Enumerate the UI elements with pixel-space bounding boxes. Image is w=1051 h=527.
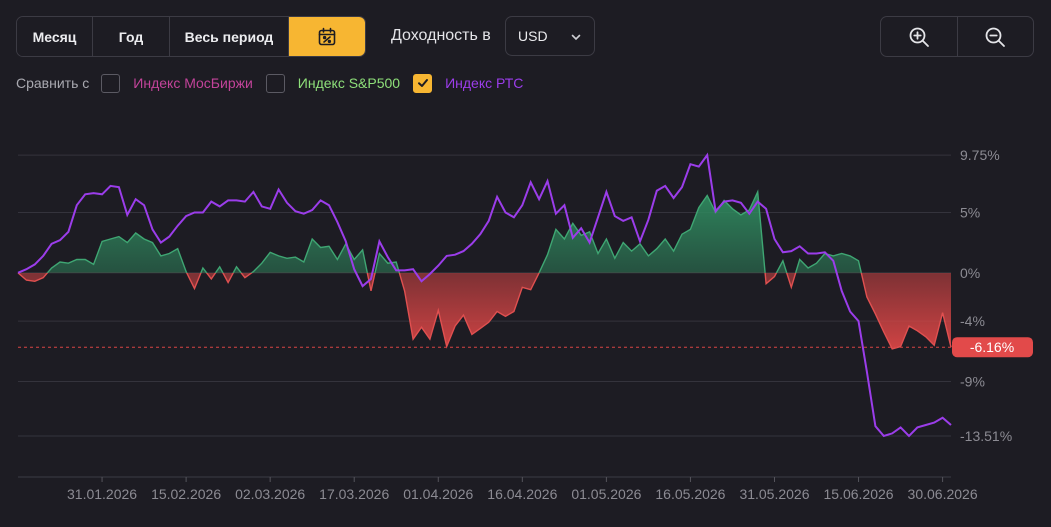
compare-moex-checkbox[interactable]: [101, 73, 121, 93]
period-year-button[interactable]: Год: [93, 17, 170, 56]
calendar-percent-icon: [318, 27, 336, 45]
y-tick-label: -4%: [960, 313, 985, 329]
period-all-button[interactable]: Весь период: [170, 17, 289, 56]
zoom-in-button[interactable]: [881, 17, 957, 56]
yield-chart: 9.75% 5% 0% -4% -9% -13.51% 31.01.2026 15.02.20…: [17, 147, 1033, 502]
y-tick-label: 0%: [960, 265, 980, 281]
x-tick-label: 15.06.2026: [824, 486, 894, 502]
x-tick-label: 30.06.2026: [908, 486, 978, 502]
x-tick-label: 01.04.2026: [403, 486, 473, 502]
x-tick-label: 15.02.2026: [151, 486, 221, 502]
zoom-in-icon: [909, 27, 929, 47]
x-tick-label: 01.05.2026: [571, 486, 641, 502]
compare-rts-checkbox[interactable]: [413, 73, 433, 93]
compare-sp500-checkbox[interactable]: [265, 73, 285, 93]
y-tick-label: -9%: [960, 374, 985, 390]
current-value-label: -6.16%: [970, 339, 1014, 355]
compare-moex-label[interactable]: Индекс МосБиржи: [133, 75, 253, 91]
compare-sp500-label[interactable]: Индекс S&P500: [298, 75, 400, 91]
y-tick-label: 9.75%: [960, 147, 1000, 163]
y-tick-label: 5%: [960, 204, 980, 220]
zoom-out-button[interactable]: [956, 17, 1034, 56]
x-tick-label: 16.04.2026: [487, 486, 557, 502]
chevron-down-icon: [571, 34, 581, 41]
compare-rts-label[interactable]: Индекс РТС: [445, 75, 523, 91]
x-tick-label: 31.05.2026: [739, 486, 809, 502]
x-tick-label: 16.05.2026: [655, 486, 725, 502]
compare-row: Сравнить с Индекс МосБиржи Индекс S&P500…: [16, 72, 536, 94]
x-tick-label: 02.03.2026: [235, 486, 305, 502]
x-tick-label: 31.01.2026: [67, 486, 137, 502]
zoom-controls: [880, 16, 1034, 57]
zoom-out-icon: [985, 27, 1006, 47]
currency-value: USD: [518, 28, 548, 44]
compare-label: Сравнить с: [16, 75, 90, 91]
period-month-button[interactable]: Месяц: [17, 17, 93, 56]
period-selector: Месяц Год Весь период: [16, 16, 366, 57]
currency-select[interactable]: USD: [505, 16, 595, 56]
yield-currency-label: Доходность в: [391, 27, 491, 44]
custom-period-button[interactable]: [289, 17, 365, 56]
check-icon: [417, 79, 428, 87]
y-tick-label: -13.51%: [960, 428, 1012, 444]
x-tick-label: 17.03.2026: [319, 486, 389, 502]
